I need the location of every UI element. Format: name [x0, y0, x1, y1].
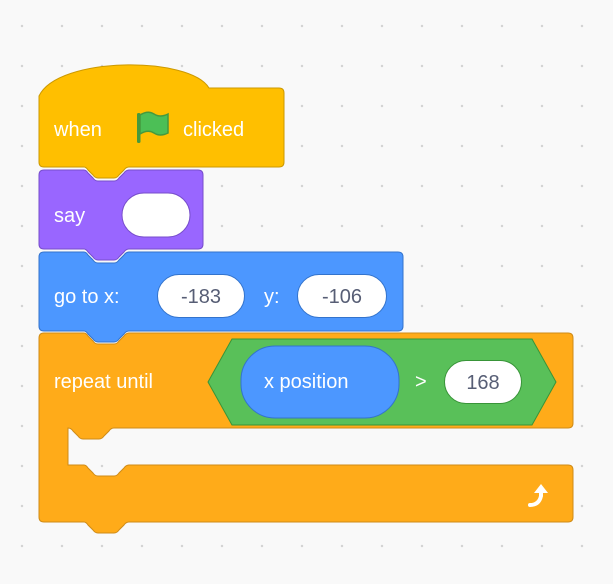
goto-y-input[interactable]: -106 — [297, 274, 387, 318]
repeat-until-label: repeat until — [54, 371, 153, 393]
goto-label-y: y: — [264, 286, 280, 308]
compare-value-input[interactable]: 168 — [444, 360, 522, 404]
code-workspace[interactable]: when clicked say go to x: -183 y: -106 r… — [0, 0, 613, 584]
greater-than-symbol: > — [415, 371, 427, 393]
hat-label-when: when — [54, 119, 102, 141]
goto-x-input[interactable]: -183 — [157, 274, 245, 318]
hat-label-clicked: clicked — [183, 119, 245, 141]
say-label: say — [54, 205, 86, 227]
say-message-input[interactable] — [121, 192, 191, 238]
goto-label-x: go to x: — [54, 286, 120, 308]
x-position-label: x position — [264, 371, 349, 393]
